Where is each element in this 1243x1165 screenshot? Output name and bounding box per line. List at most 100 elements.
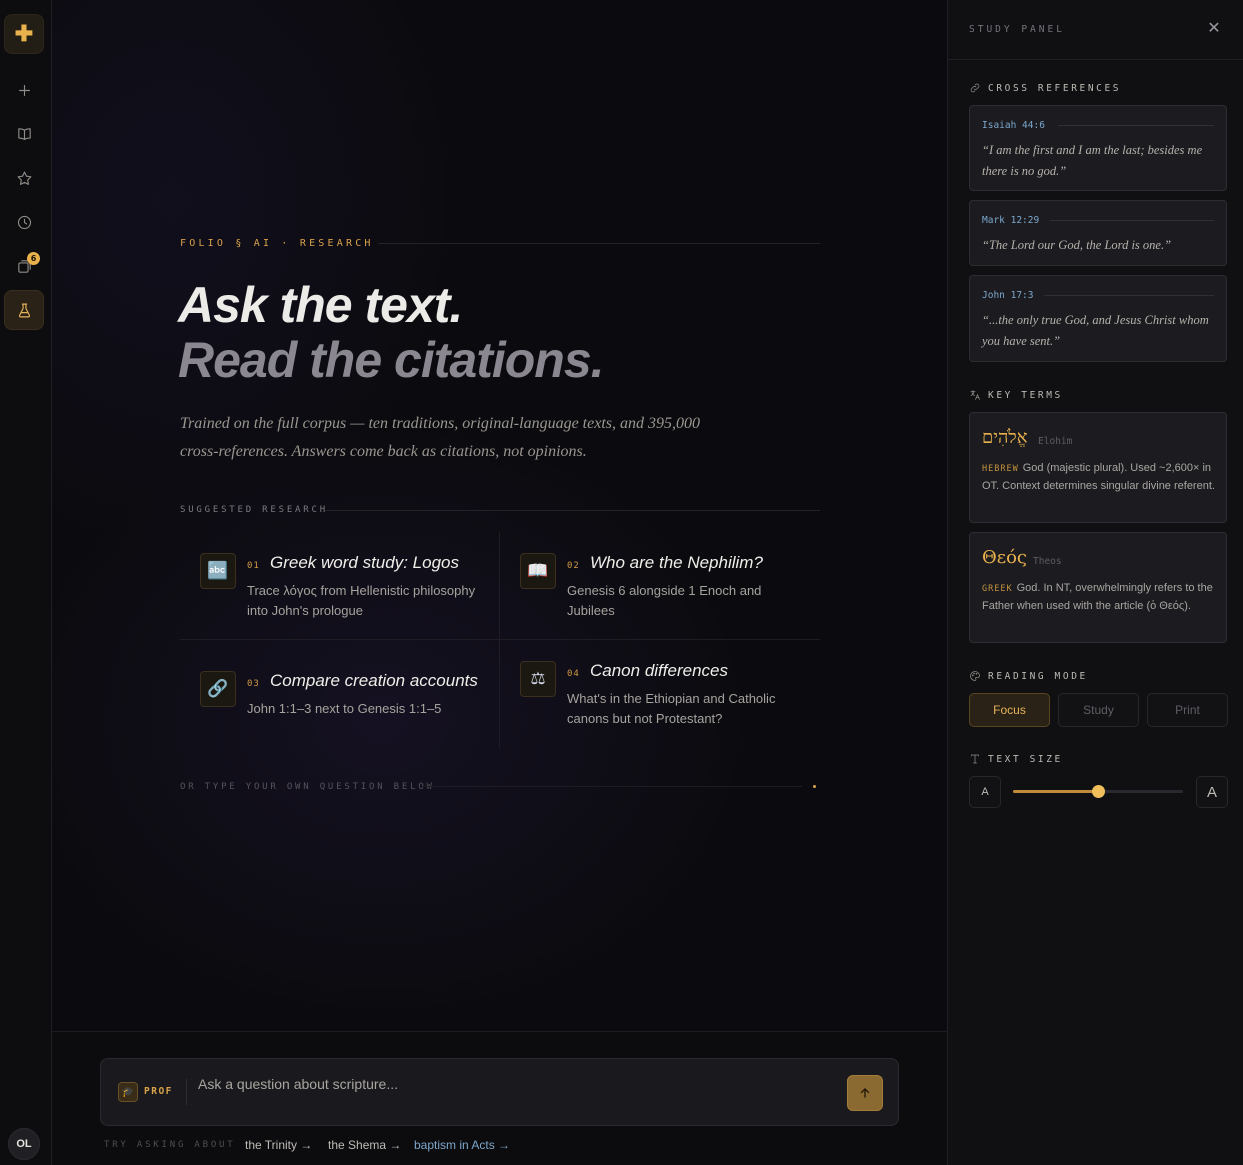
reference-quote: “I am the first and I am the last; besid… bbox=[982, 143, 1203, 178]
cross-reference-card[interactable]: Mark 12:29 “The Lord our God, the Lord i… bbox=[969, 200, 1227, 266]
card-divider bbox=[1058, 125, 1214, 126]
suggestion-description: Genesis 6 alongside 1 Enoch and Jubilees bbox=[567, 583, 762, 618]
text-size-slider[interactable] bbox=[1013, 785, 1183, 798]
suggestion-chip[interactable]: the Shema → bbox=[328, 1138, 401, 1152]
palette-icon bbox=[970, 671, 980, 681]
mode-label[interactable]: PROF bbox=[144, 1086, 173, 1097]
suggestion-number: 01 bbox=[247, 561, 260, 571]
suggestion-card[interactable]: 🔤 01 Greek word study: Logos Trace λόγος… bbox=[180, 532, 500, 640]
reference-label: John 17:3 bbox=[982, 290, 1034, 301]
suggestion-chip[interactable]: the Trinity → bbox=[245, 1138, 312, 1152]
term-language: GREEK bbox=[982, 584, 1013, 594]
star-icon[interactable] bbox=[4, 158, 44, 198]
left-rail: ✚ 6 OL bbox=[0, 0, 52, 1165]
text-size-decrease[interactable]: A bbox=[969, 776, 1001, 808]
suggestion-card[interactable]: 📖 02 Who are the Nephilim? Genesis 6 alo… bbox=[500, 532, 820, 640]
suggestion-title: Greek word study: Logos bbox=[270, 553, 459, 572]
translate-icon bbox=[970, 390, 980, 400]
research-main: FOLIO § AI · RESEARCH Ask the text. Read… bbox=[52, 0, 947, 1165]
suggestion-description: Trace λόγος from Hellenistic philosophy … bbox=[247, 583, 476, 618]
term-transliteration: Theos bbox=[1033, 556, 1062, 567]
term-definition: GREEK God. In NT, overwhelmingly refers t… bbox=[982, 580, 1220, 615]
section-label: KEY TERMS bbox=[988, 389, 1063, 401]
key-term-card[interactable]: Θεός Theos GREEK God. In NT, overwhelming… bbox=[969, 532, 1227, 643]
suggestion-chip[interactable]: baptism in Acts → bbox=[414, 1138, 510, 1152]
text-icon bbox=[971, 754, 979, 764]
notification-badge: 6 bbox=[27, 252, 40, 265]
term-transliteration: Elohim bbox=[1038, 436, 1073, 447]
user-avatar[interactable]: OL bbox=[8, 1128, 40, 1160]
reference-quote: “The Lord our God, the Lord is one.” bbox=[982, 238, 1172, 252]
slider-thumb[interactable] bbox=[1092, 785, 1105, 798]
graduation-cap-icon[interactable]: 🎓 bbox=[118, 1082, 138, 1102]
composer: 🎓 PROF bbox=[100, 1058, 899, 1126]
headline-secondary: Read the citations. bbox=[178, 332, 605, 388]
section-label: READING MODE bbox=[988, 670, 1088, 682]
reference-label: Isaiah 44:6 bbox=[982, 120, 1045, 131]
slider-fill bbox=[1013, 790, 1098, 793]
suggestion-grid: 🔤 01 Greek word study: Logos Trace λόγος… bbox=[180, 532, 820, 748]
reference-quote: “...the only true God, and Jesus Christ … bbox=[982, 313, 1209, 348]
history-icon[interactable] bbox=[4, 202, 44, 242]
headline-primary: Ask the text. bbox=[178, 277, 463, 333]
card-divider bbox=[1050, 220, 1214, 221]
suggestion-description: John 1:1–3 next to Genesis 1:1–5 bbox=[247, 701, 442, 716]
mode-divider bbox=[186, 1079, 187, 1105]
cross-references-heading: CROSS REFERENCES bbox=[969, 82, 1121, 94]
scales-icon: ⚖ bbox=[520, 661, 556, 697]
close-icon[interactable]: ✕ bbox=[1206, 19, 1222, 39]
collections-icon[interactable]: 6 bbox=[4, 246, 44, 286]
reference-label: Mark 12:29 bbox=[982, 215, 1040, 226]
reading-mode-study[interactable]: Study bbox=[1058, 693, 1139, 727]
term-word: אֱלֹהִים bbox=[982, 427, 1028, 448]
book-icon[interactable] bbox=[4, 114, 44, 154]
panel-title: STUDY PANEL bbox=[969, 24, 1065, 35]
key-terms-heading: KEY TERMS bbox=[969, 389, 1063, 401]
suggestion-title: Compare creation accounts bbox=[270, 671, 478, 690]
reading-mode-print[interactable]: Print bbox=[1147, 693, 1228, 727]
suggestion-title: Who are the Nephilim? bbox=[590, 553, 763, 572]
composer-area: 🎓 PROF TRY ASKING ABOUT the Trinity → th… bbox=[52, 1031, 947, 1165]
question-input[interactable] bbox=[198, 1073, 828, 1095]
own-question-divider bbox=[422, 786, 802, 787]
accent-dot bbox=[813, 785, 816, 788]
reading-mode-focus[interactable]: Focus bbox=[969, 693, 1050, 727]
suggestion-description: What's in the Ethiopian and Catholic can… bbox=[567, 691, 776, 726]
card-divider bbox=[1044, 295, 1214, 296]
eyebrow-divider bbox=[378, 243, 820, 244]
term-definition-text: God. In NT, overwhelmingly refers to the… bbox=[982, 582, 1213, 612]
cross-reference-card[interactable]: John 17:3 “...the only true God, and Jes… bbox=[969, 275, 1227, 362]
section-label: TEXT SIZE bbox=[988, 753, 1063, 765]
link-icon bbox=[970, 83, 980, 93]
arrow-up-icon bbox=[860, 1088, 870, 1098]
term-word: Θεός bbox=[982, 547, 1027, 568]
key-term-card[interactable]: אֱלֹהִים Elohim HEBREW God (majestic plur… bbox=[969, 412, 1227, 523]
term-language: HEBREW bbox=[982, 464, 1019, 474]
logo-icon[interactable]: ✚ bbox=[4, 14, 44, 54]
new-icon[interactable] bbox=[4, 70, 44, 110]
suggestion-number: 02 bbox=[567, 561, 580, 571]
lab-icon[interactable] bbox=[4, 290, 44, 330]
panel-header: STUDY PANEL ✕ bbox=[948, 0, 1243, 60]
lede-text: Trained on the full corpus — ten traditi… bbox=[180, 415, 700, 460]
suggestion-card[interactable]: ⚖ 04 Canon differences What's in the Eth… bbox=[500, 640, 820, 748]
text-size-heading: TEXT SIZE bbox=[969, 753, 1063, 765]
send-button[interactable] bbox=[847, 1075, 883, 1111]
abc-icon: 🔤 bbox=[200, 553, 236, 589]
link-icon: 🔗 bbox=[200, 671, 236, 707]
suggestion-number: 04 bbox=[567, 669, 580, 679]
eyebrow: FOLIO § AI · RESEARCH bbox=[180, 238, 374, 249]
try-asking-label: TRY ASKING ABOUT bbox=[104, 1140, 236, 1150]
cross-reference-card[interactable]: Isaiah 44:6 “I am the first and I am the… bbox=[969, 105, 1227, 191]
term-definition: HEBREW God (majestic plural). Used ~2,600… bbox=[982, 460, 1220, 495]
text-size-increase[interactable]: A bbox=[1196, 776, 1228, 808]
open-book-icon: 📖 bbox=[520, 553, 556, 589]
own-question-label: OR TYPE YOUR OWN QUESTION BELOW bbox=[180, 782, 435, 792]
suggestion-card[interactable]: 🔗 03 Compare creation accounts John 1:1–… bbox=[180, 640, 500, 748]
section-label: CROSS REFERENCES bbox=[988, 82, 1122, 94]
suggestion-number: 03 bbox=[247, 679, 260, 689]
suggestion-title: Canon differences bbox=[590, 661, 728, 680]
reading-mode-heading: READING MODE bbox=[969, 670, 1088, 682]
study-panel: STUDY PANEL ✕ CROSS REFERENCES Isaiah 44… bbox=[947, 0, 1243, 1165]
suggested-divider bbox=[180, 510, 820, 511]
